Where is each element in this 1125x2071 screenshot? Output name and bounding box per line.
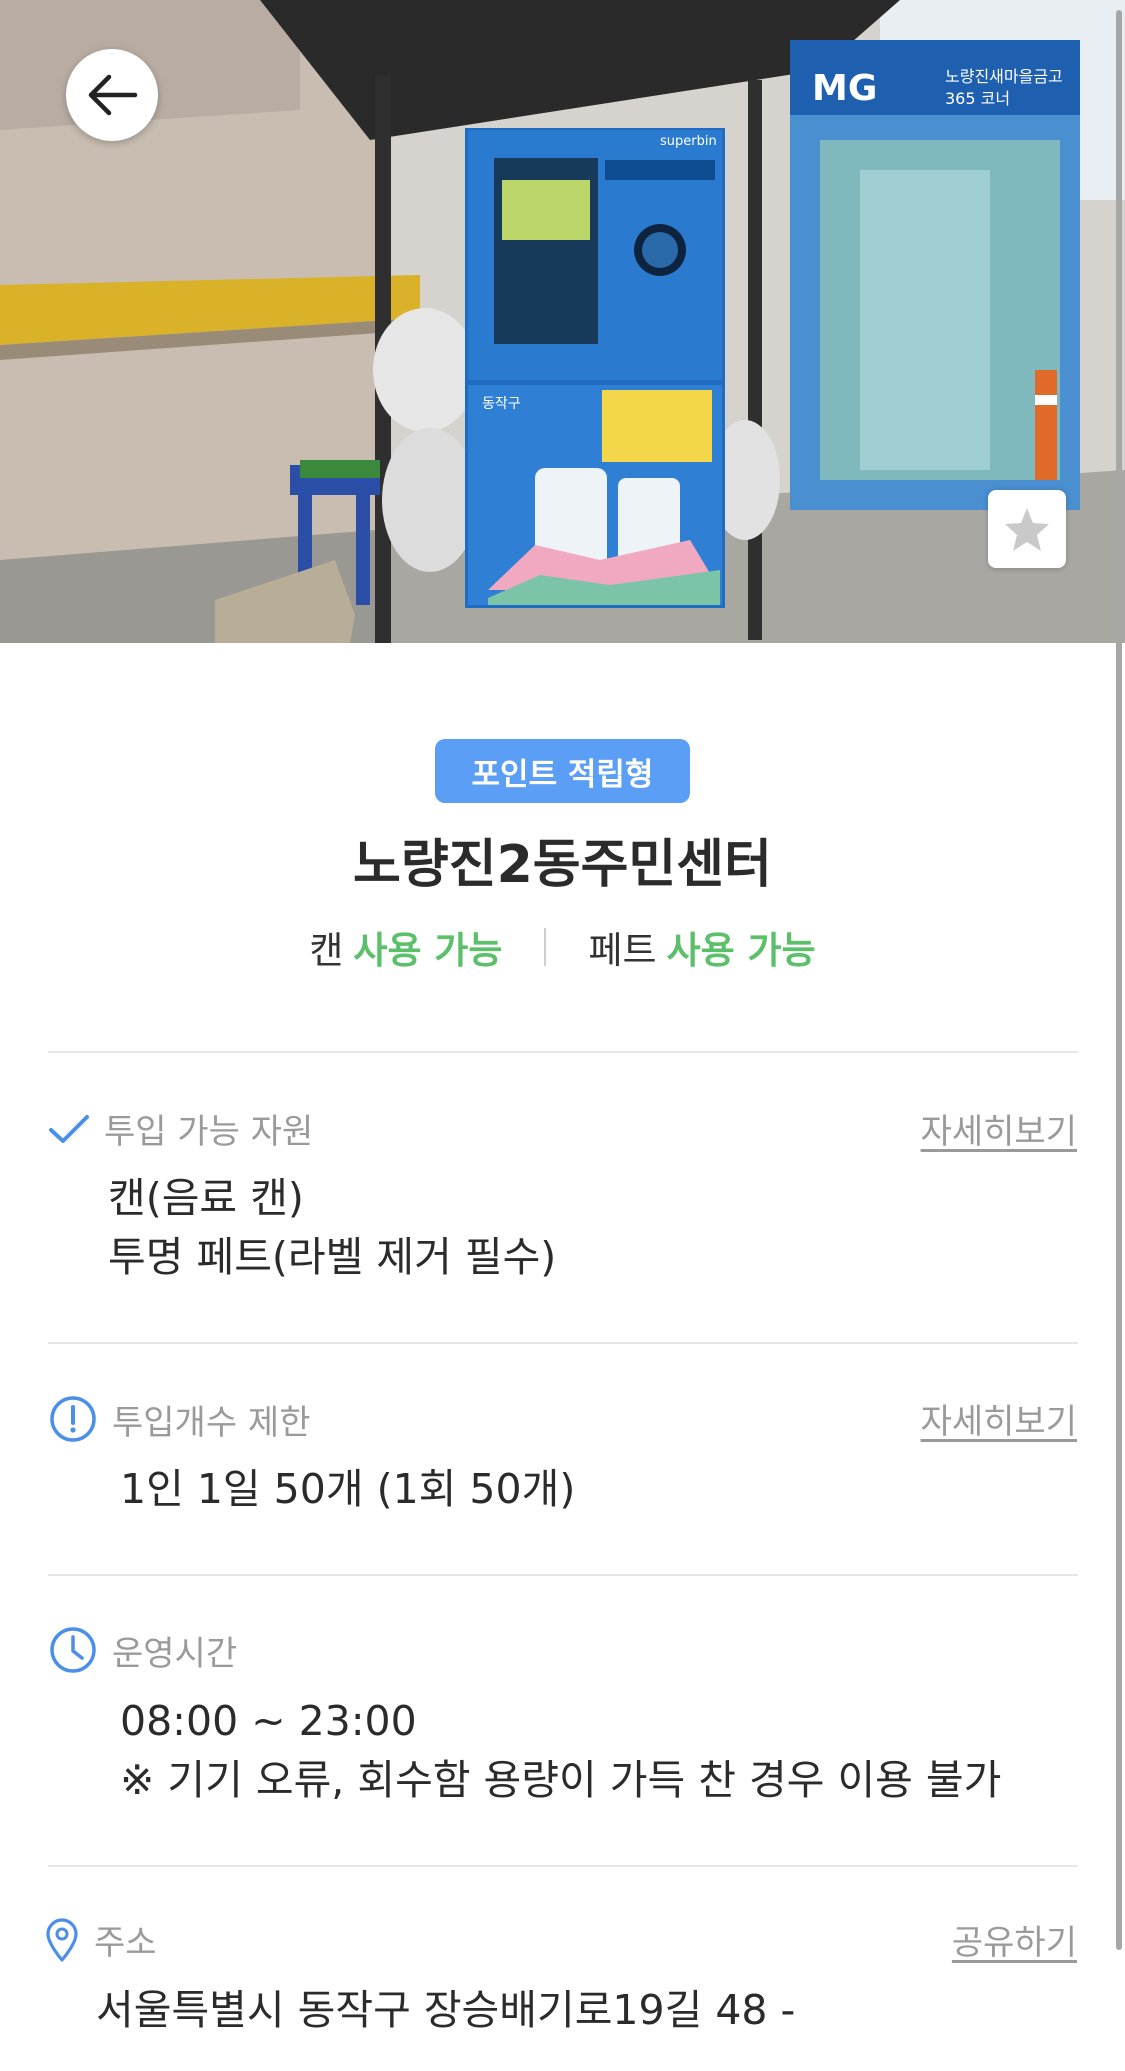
location-pin-icon <box>44 1917 80 1963</box>
sign-corner: 365 코너 <box>945 89 1010 108</box>
share-link[interactable]: 공유하기 <box>952 1915 1077 1964</box>
availability-separator <box>544 928 547 966</box>
arrow-left-icon <box>88 74 138 116</box>
materials-detail-link[interactable]: 자세히보기 <box>921 1104 1077 1153</box>
place-name: 노량진2동주민센터 <box>353 835 772 895</box>
pet-label: 페트 <box>588 929 657 972</box>
kiosk-brand: superbin <box>660 134 717 149</box>
limit-line-1: 1인 1일 50개 (1회 50개) <box>120 1465 576 1513</box>
can-label: 캔 <box>309 929 344 972</box>
divider <box>48 1342 1078 1344</box>
back-button[interactable] <box>66 49 158 141</box>
divider <box>48 1574 1078 1576</box>
divider <box>48 1051 1078 1053</box>
kiosk-district: 동작구 <box>482 396 521 412</box>
can-status: 사용 가능 <box>353 929 503 972</box>
limit-title: 투입개수 제한 <box>112 1402 311 1443</box>
materials-line-2: 투명 페트(라벨 제거 필수) <box>108 1233 557 1281</box>
availability-row: 캔 사용 가능 페트 사용 가능 <box>0 920 1125 974</box>
clock-icon <box>48 1625 98 1675</box>
hours-title: 운영시간 <box>112 1633 238 1674</box>
limit-detail-link[interactable]: 자세히보기 <box>921 1394 1077 1443</box>
exclamation-circle-icon <box>48 1394 98 1444</box>
star-icon <box>1005 508 1049 551</box>
address-header: 주소 <box>44 1915 157 1964</box>
scrollbar[interactable] <box>1116 10 1122 1950</box>
divider <box>48 1865 1078 1867</box>
address-line-1: 서울특별시 동작구 장승배기로19길 48 - <box>96 1986 796 2034</box>
hours-header: 운영시간 <box>48 1625 237 1675</box>
materials-title: 투입 가능 자원 <box>104 1112 314 1152</box>
favorite-button[interactable] <box>988 490 1066 568</box>
hours-line-2: ※ 기기 오류, 회수함 용량이 가득 찬 경우 이용 불가 <box>120 1756 1002 1804</box>
address-title: 주소 <box>94 1923 157 1963</box>
materials-header: 투입 가능 자원 <box>48 1104 313 1153</box>
pet-status: 사용 가능 <box>666 929 816 972</box>
sign-bank: 노량진새마을금고 <box>945 67 1063 86</box>
location-photo: MG 노량진새마을금고 365 코너 superbin 동작구 <box>0 0 1125 643</box>
sign-mg: MG <box>812 68 877 109</box>
checkmark-icon <box>48 1113 90 1145</box>
materials-line-1: 캔(음료 캔) <box>108 1174 304 1222</box>
hours-line-1: 08:00 ~ 23:00 <box>120 1697 417 1745</box>
limit-header: 투입개수 제한 <box>48 1394 311 1444</box>
point-type-badge: 포인트 적립형 <box>435 739 690 803</box>
